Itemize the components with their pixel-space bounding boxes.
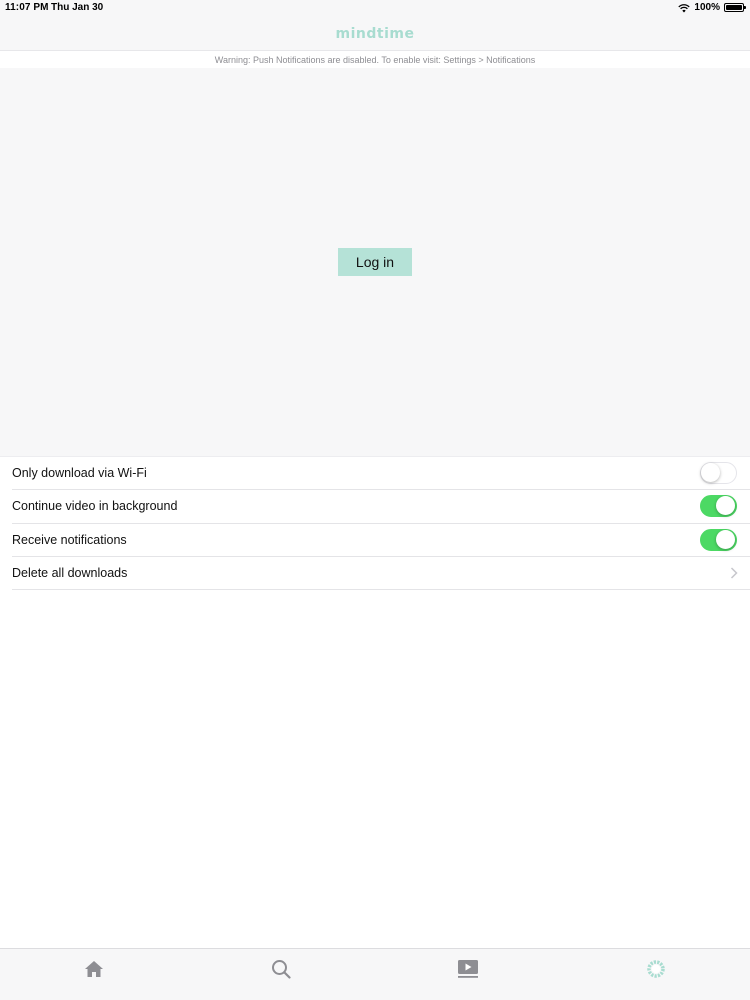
home-icon xyxy=(85,961,103,977)
login-button[interactable]: Log in xyxy=(338,248,412,276)
video-icon xyxy=(458,960,478,978)
settings-icon xyxy=(647,960,665,978)
nav-header: mindtime xyxy=(0,18,750,50)
app-logo: mindtime xyxy=(335,26,415,42)
notifications-warning: Warning: Push Notifications are disabled… xyxy=(0,50,750,68)
background-video-toggle[interactable] xyxy=(700,495,737,518)
tab-settings[interactable] xyxy=(644,957,668,981)
app-screen: 11:07 PM Thu Jan 30 100% mindtime Warnin… xyxy=(0,0,750,1000)
search-icon xyxy=(272,960,291,979)
tab-home[interactable] xyxy=(82,957,106,981)
tab-videos[interactable] xyxy=(456,957,480,981)
settings-list: Only download via Wi-Fi Continue video i… xyxy=(0,456,750,948)
setting-label: Receive notifications xyxy=(12,532,127,547)
delete-downloads-row[interactable]: Delete all downloads xyxy=(12,557,750,591)
battery-icon xyxy=(724,3,746,12)
tab-bar xyxy=(0,948,750,1000)
status-bar: 11:07 PM Thu Jan 30 100% xyxy=(0,0,750,18)
setting-background-video: Continue video in background xyxy=(12,490,750,524)
status-date: Thu Jan 30 xyxy=(51,2,104,13)
login-area: Log in xyxy=(0,68,750,456)
setting-notifications: Receive notifications xyxy=(12,524,750,557)
setting-wifi-only: Only download via Wi-Fi xyxy=(12,457,750,491)
setting-label: Delete all downloads xyxy=(12,565,128,580)
setting-label: Only download via Wi-Fi xyxy=(12,466,147,480)
wifi-icon xyxy=(678,3,691,12)
setting-label: Continue video in background xyxy=(12,499,178,514)
status-time: 11:07 PM xyxy=(5,2,49,13)
tab-search[interactable] xyxy=(269,957,293,981)
wifi-only-toggle[interactable] xyxy=(700,462,737,484)
battery-percent: 100% xyxy=(694,2,720,13)
notifications-toggle[interactable] xyxy=(700,528,737,551)
status-indicators: 100% xyxy=(678,2,746,13)
chevron-right-icon xyxy=(730,567,738,579)
